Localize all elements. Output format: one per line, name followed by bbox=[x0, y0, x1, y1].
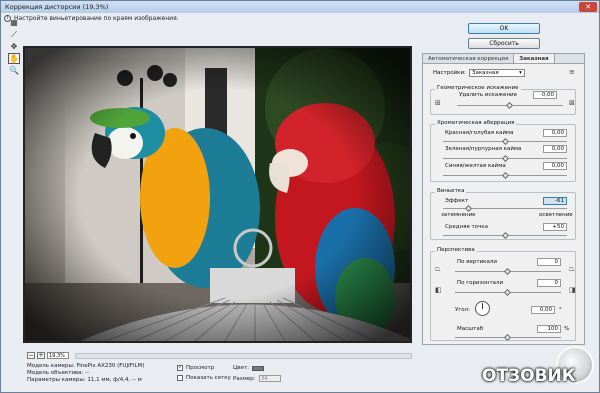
vignette-amount-slider[interactable] bbox=[443, 204, 567, 213]
settings-row: Настройки: Заказная ▾ bbox=[433, 69, 525, 77]
pincushion-icon: ⊞ bbox=[435, 99, 441, 107]
angle-unit: ° bbox=[559, 307, 562, 313]
green-fringe-input[interactable]: 0,00 bbox=[543, 145, 567, 153]
zoom-select[interactable]: 19,3% bbox=[47, 352, 69, 359]
scale-input[interactable]: 100 bbox=[537, 325, 561, 333]
scale-unit: % bbox=[564, 326, 570, 332]
angle-input[interactable]: 0,00 bbox=[531, 306, 555, 314]
tool-palette: ▦ ⟋ ✥ ✋ 🔍 bbox=[8, 17, 22, 77]
angle-dial[interactable] bbox=[475, 301, 490, 316]
vignette-amount-input[interactable]: -61 bbox=[543, 197, 567, 205]
horizontal-left-icon: ◧ bbox=[435, 286, 442, 294]
parrots-photo bbox=[25, 48, 410, 341]
barrel-icon: ⊠ bbox=[569, 99, 575, 107]
lighten-label: осветление bbox=[539, 212, 573, 218]
camera-metadata: Модель камеры: FinePix AX230 (FUJIFILM) … bbox=[27, 363, 144, 384]
chevron-down-icon: ▾ bbox=[519, 70, 522, 76]
blue-fringe-label: Синяя/желтая кайма bbox=[445, 163, 506, 169]
window-title: Коррекция дисторсии (19,3%) bbox=[5, 3, 109, 11]
lens-correction-dialog: Коррекция дисторсии (19,3%) ✕ i Настройт… bbox=[0, 0, 600, 393]
hand-tool-icon[interactable]: ✋ bbox=[8, 53, 20, 64]
color-label: Цвет: bbox=[233, 365, 249, 371]
remove-distortion-input[interactable]: 0,00 bbox=[533, 91, 557, 99]
distortion-tool-icon[interactable]: ▦ bbox=[8, 17, 20, 28]
preview-label: Просмотр bbox=[186, 365, 215, 371]
green-fringe-label: Зеленая/пурпурная кайма bbox=[445, 146, 522, 152]
vertical-right-icon: ⏢ bbox=[569, 265, 575, 273]
chroma-title: Хроматическая аберрация bbox=[435, 120, 517, 126]
preview-option[interactable]: ✓ Просмотр bbox=[177, 365, 214, 371]
straighten-tool-icon[interactable]: ⟋ bbox=[8, 29, 20, 40]
horizontal-right-icon: ◨ bbox=[569, 286, 576, 294]
settings-select[interactable]: Заказная ▾ bbox=[468, 69, 525, 77]
midpoint-input[interactable]: +50 bbox=[543, 223, 567, 231]
reset-button[interactable]: Сбросить bbox=[468, 38, 540, 49]
show-grid-checkbox[interactable] bbox=[177, 375, 183, 381]
zoom-in-button[interactable]: + bbox=[37, 352, 45, 359]
image-preview[interactable] bbox=[23, 46, 412, 343]
tab-custom[interactable]: Заказная bbox=[513, 54, 555, 63]
horizontal-scrollbar[interactable] bbox=[75, 352, 412, 359]
close-button[interactable]: ✕ bbox=[579, 2, 597, 12]
perspective-title: Перспектива bbox=[435, 247, 477, 253]
midpoint-label: Средняя точка bbox=[445, 224, 488, 230]
tab-auto-correction[interactable]: Автоматическая коррекция bbox=[423, 54, 513, 63]
darken-label: затемнение bbox=[441, 212, 476, 218]
green-fringe-slider[interactable] bbox=[443, 154, 567, 163]
remove-distortion-label: Удалить искажение bbox=[459, 92, 517, 98]
scale-label: Масштаб bbox=[457, 326, 484, 332]
grid-color-swatch[interactable] bbox=[251, 365, 264, 371]
move-grid-tool-icon[interactable]: ✥ bbox=[8, 41, 20, 52]
panel-tabs: Автоматическая коррекция Заказная bbox=[423, 54, 584, 64]
red-fringe-slider[interactable] bbox=[443, 137, 567, 146]
red-fringe-label: Красная/голубая кайма bbox=[445, 130, 514, 136]
watermark: ОТЗОВИК bbox=[482, 366, 576, 386]
correction-panel: Автоматическая коррекция Заказная Настро… bbox=[422, 53, 585, 345]
grid-size-select[interactable]: 64 bbox=[258, 375, 281, 382]
blue-fringe-input[interactable]: 0,00 bbox=[543, 162, 567, 170]
hint-text: Настройте виньетирование по краям изобра… bbox=[14, 14, 179, 22]
vertical-input[interactable]: 0 bbox=[537, 258, 561, 266]
horizontal-input[interactable]: 0 bbox=[537, 279, 561, 287]
zoom-tool-icon[interactable]: 🔍 bbox=[8, 65, 20, 76]
grid-size: Размер: 64 bbox=[233, 375, 281, 382]
zoom-controls: − + 19,3% bbox=[23, 351, 412, 360]
show-grid-label: Показать сетку bbox=[186, 375, 231, 381]
settings-menu-icon[interactable]: ≡ bbox=[569, 68, 575, 76]
camera-params: Параметры камеры: 11,1 мм, ф/4,4, -- м bbox=[27, 377, 142, 383]
red-fringe-input[interactable]: 0,00 bbox=[543, 129, 567, 137]
preview-checkbox[interactable]: ✓ bbox=[177, 365, 183, 371]
midpoint-slider[interactable] bbox=[443, 231, 567, 240]
scale-slider[interactable] bbox=[455, 333, 561, 342]
vertical-slider[interactable] bbox=[455, 267, 561, 276]
grid-color: Цвет: bbox=[233, 365, 264, 371]
angle-label: Угол: bbox=[455, 307, 470, 313]
camera-model: Модель камеры: FinePix AX230 (FUJIFILM) bbox=[27, 363, 145, 369]
hint-bar: i Настройте виньетирование по краям изоб… bbox=[1, 13, 414, 23]
remove-distortion-slider[interactable] bbox=[457, 101, 563, 110]
zoom-out-button[interactable]: − bbox=[27, 352, 35, 359]
horizontal-slider[interactable] bbox=[455, 288, 561, 297]
blue-fringe-slider[interactable] bbox=[443, 171, 567, 180]
settings-label: Настройки: bbox=[433, 70, 466, 76]
horizontal-label: По горизонтали bbox=[457, 280, 504, 286]
title-bar: Коррекция дисторсии (19,3%) ✕ bbox=[1, 1, 599, 13]
ok-button[interactable]: OK bbox=[468, 23, 540, 34]
lens-model: Модель объектива: -- bbox=[27, 370, 90, 376]
grid-option[interactable]: Показать сетку bbox=[177, 375, 231, 381]
size-label: Размер: bbox=[233, 375, 256, 382]
geometry-title: Геометрическое искажение bbox=[435, 85, 521, 91]
vignette-amount-label: Эффект bbox=[445, 198, 469, 204]
vertical-left-icon: ⏢ bbox=[435, 265, 441, 273]
vertical-label: По вертикали bbox=[457, 259, 497, 265]
settings-value: Заказная bbox=[471, 70, 499, 76]
vignette-title: Виньетка bbox=[435, 188, 467, 194]
